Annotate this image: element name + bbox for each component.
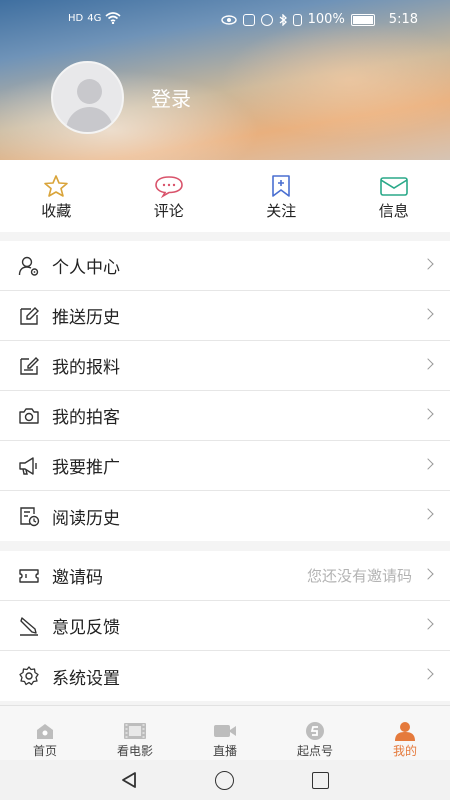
edit-icon	[18, 305, 40, 327]
user-settings-icon	[18, 255, 40, 277]
quick-action-label: 评论	[153, 202, 184, 220]
menu-item-push-history[interactable]: 推送历史	[0, 291, 450, 341]
menu-item-label: 个人中心	[52, 258, 120, 278]
tab-mine[interactable]: 我的	[360, 706, 450, 760]
tab-label: 直播	[212, 744, 237, 758]
chevron-right-icon	[422, 668, 434, 680]
avatar[interactable]	[51, 61, 124, 134]
quick-action-follow[interactable]: 关注	[225, 160, 338, 232]
menu-item-label: 阅读历史	[52, 508, 120, 529]
chevron-right-icon	[422, 508, 434, 520]
menu-item-label: 系统设置	[52, 668, 120, 689]
quick-action-label: 收藏	[41, 202, 72, 220]
avatar-head-shape	[77, 79, 102, 104]
menu-item-personal-center[interactable]: 个人中心	[0, 241, 450, 291]
ticket-icon	[18, 565, 40, 587]
alarm-icon	[260, 13, 273, 26]
eye-icon	[220, 14, 237, 25]
menu-item-read-history[interactable]: 阅读历史	[0, 491, 450, 541]
menu-item-feedback[interactable]: 意见反馈	[0, 601, 450, 651]
chevron-right-icon	[422, 618, 434, 630]
chevron-right-icon	[422, 308, 434, 320]
comment-icon	[113, 174, 226, 198]
quick-action-label: 信息	[378, 202, 409, 220]
megaphone-icon	[18, 455, 40, 477]
bottom-tab-bar: 首页 看电影 直播 起点号 我的	[0, 705, 450, 760]
invite-code-status: 您还没有邀请码	[306, 567, 412, 585]
menu-item-settings[interactable]: 系统设置	[0, 651, 450, 701]
chevron-right-icon	[422, 358, 434, 370]
home-button-icon[interactable]	[215, 771, 234, 790]
menu-item-promote[interactable]: 我要推广	[0, 441, 450, 491]
history-icon	[18, 505, 40, 527]
quick-action-favorites[interactable]: 收藏	[0, 160, 113, 232]
tab-label: 首页	[32, 744, 57, 758]
tab-label: 看电影	[116, 744, 153, 758]
tab-home[interactable]: 首页	[0, 706, 90, 760]
chevron-right-icon	[422, 258, 434, 270]
back-icon[interactable]	[120, 771, 138, 789]
status-bar: HD 4G 100% 5:18	[0, 10, 450, 34]
menu-item-label: 邀请码	[52, 568, 103, 588]
system-indicators: 100% 5:18	[220, 12, 418, 27]
bluetooth-icon	[279, 13, 287, 26]
gear-icon	[18, 665, 40, 687]
menu-item-my-reports[interactable]: 我的报料	[0, 341, 450, 391]
recent-apps-icon[interactable]	[312, 772, 329, 789]
nfc-icon	[242, 13, 255, 26]
tab-movies[interactable]: 看电影	[90, 706, 180, 760]
quick-action-comments[interactable]: 评论	[113, 160, 226, 232]
menu-item-label: 我要推广	[52, 458, 120, 478]
person-icon	[360, 722, 450, 741]
login-link[interactable]: 登录	[151, 83, 191, 112]
video-camera-icon	[180, 722, 270, 740]
chevron-right-icon	[422, 408, 434, 420]
network-indicators: HD 4G	[68, 12, 121, 24]
menu-item-invite-code[interactable]: 邀请码 您还没有邀请码	[0, 551, 450, 601]
quick-actions-bar: 收藏 评论 关注 信息	[0, 160, 450, 232]
film-icon	[90, 722, 180, 740]
chevron-right-icon	[422, 458, 434, 470]
battery-icon	[350, 13, 375, 26]
avatar-body-shape	[66, 107, 113, 132]
battery-percent: 100%	[307, 12, 345, 27]
menu-item-label: 推送历史	[52, 308, 120, 328]
quick-action-messages[interactable]: 信息	[338, 160, 450, 232]
feedback-icon	[18, 615, 40, 637]
vibrate-icon	[292, 13, 302, 26]
menu-group-account: 个人中心 推送历史 我的报料 我的拍客 我要推广 阅读历史	[0, 241, 450, 541]
system-navigation-bar	[0, 760, 450, 800]
qidian-icon	[270, 722, 360, 740]
menu-item-label: 我的报料	[52, 358, 120, 378]
menu-item-label: 我的拍客	[52, 408, 120, 428]
network-type-indicator: 4G	[87, 12, 102, 24]
bookmark-add-icon	[225, 174, 338, 198]
chevron-right-icon	[422, 568, 434, 580]
hd-indicator: HD	[68, 12, 84, 24]
menu-group-settings: 邀请码 您还没有邀请码 意见反馈 系统设置	[0, 551, 450, 701]
home-icon	[0, 722, 90, 740]
star-icon	[0, 174, 113, 198]
menu-item-label: 意见反馈	[52, 618, 120, 638]
tab-label: 我的	[392, 744, 417, 758]
mail-icon	[338, 174, 450, 198]
tab-qidian[interactable]: 起点号	[270, 706, 360, 760]
tab-label: 起点号	[296, 744, 333, 758]
tab-live[interactable]: 直播	[180, 706, 270, 760]
edit-note-icon	[18, 355, 40, 377]
camera-icon	[18, 405, 40, 427]
clock: 5:18	[388, 12, 418, 27]
menu-item-my-photos[interactable]: 我的拍客	[0, 391, 450, 441]
wifi-icon	[105, 12, 121, 24]
quick-action-label: 关注	[266, 202, 297, 220]
